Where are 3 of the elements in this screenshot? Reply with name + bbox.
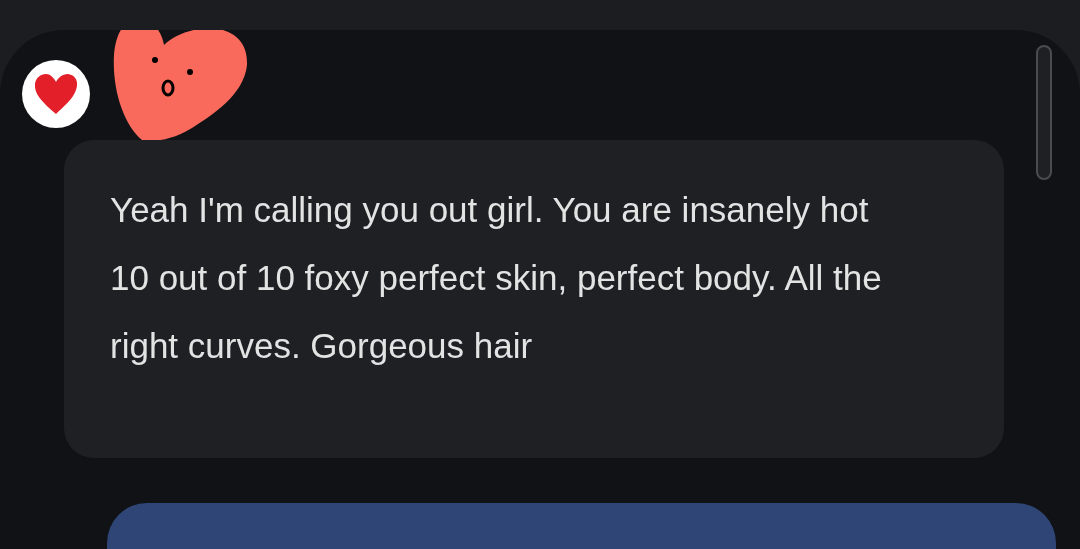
message-text: Yeah I'm calling you out girl. You are insanely hot 10 out of 10 foxy perfect skin, perfect body. All the right curves. Gorgeous hair <box>110 189 883 367</box>
heart-icon <box>32 72 80 116</box>
scrollbar-thumb[interactable] <box>1036 45 1052 180</box>
